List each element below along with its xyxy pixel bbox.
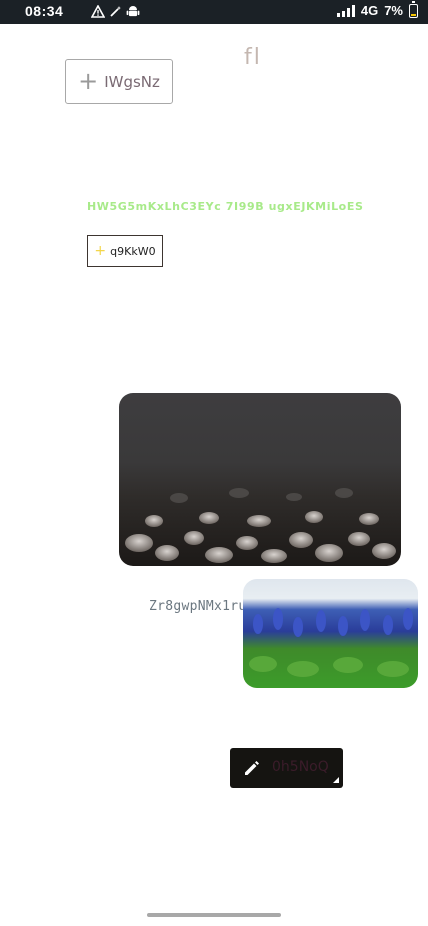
status-bar: 08:34 4G 7% — [0, 0, 428, 24]
magic-icon — [109, 5, 122, 21]
status-left-icons — [90, 3, 140, 21]
android-icon — [126, 4, 140, 21]
add-button-secondary-label: q9KkW0 — [110, 244, 156, 258]
home-indicator[interactable] — [147, 913, 281, 917]
pencil-icon — [242, 758, 262, 782]
add-button-secondary[interactable]: + q9KkW0 — [87, 235, 163, 267]
plus-icon: + — [94, 243, 107, 259]
status-right: 4G 7% — [336, 0, 418, 18]
edit-button-label: 0h5NoQ — [272, 759, 329, 775]
resize-corner-icon — [333, 777, 339, 783]
rocks-image — [119, 393, 401, 566]
add-button-primary-label: IWgsNz — [104, 72, 160, 91]
header-text: fl — [244, 45, 262, 70]
warning-icon — [90, 3, 106, 21]
battery-percent: 7% — [384, 3, 403, 18]
plus-icon: + — [78, 66, 99, 95]
green-text: HW5G5mKxLhC3EYc 7I99B ugxEJKMiLoES — [87, 200, 364, 213]
battery-icon — [409, 0, 418, 18]
add-button-primary[interactable]: + IWgsNz — [65, 59, 173, 104]
signal-icon — [336, 4, 355, 17]
edit-button[interactable]: 0h5NoQ — [230, 748, 343, 788]
network-type: 4G — [360, 3, 379, 18]
status-time: 08:34 — [25, 3, 64, 19]
flowers-image — [243, 579, 418, 688]
